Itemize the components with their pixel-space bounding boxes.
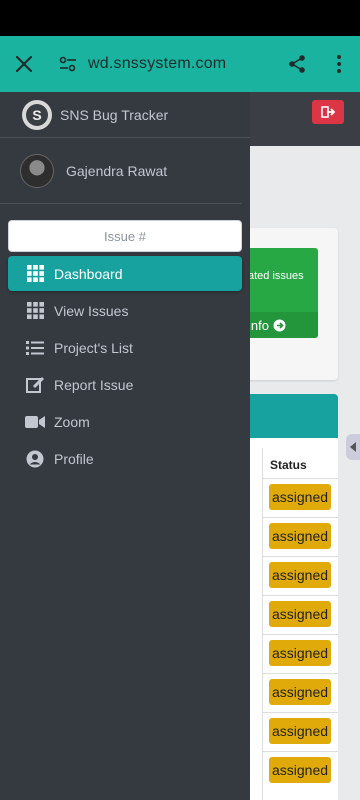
sidebar-item-dashboard[interactable]: Dashboard	[8, 256, 242, 291]
table-row-divider	[262, 634, 338, 635]
status-badge: assigned	[269, 679, 331, 705]
edit-icon	[24, 375, 46, 395]
table-row-divider	[262, 751, 338, 752]
caret-left-icon[interactable]	[346, 434, 360, 460]
url-text[interactable]: wd.snssystem.com	[88, 55, 276, 73]
user-name: Gajendra Rawat	[66, 162, 168, 179]
table-row-divider	[262, 595, 338, 596]
status-bar	[0, 0, 360, 36]
brand-logo-letter: S	[26, 103, 48, 126]
issue-search-input[interactable]: Issue #	[8, 220, 242, 252]
grid-icon	[24, 264, 46, 284]
site-settings-icon[interactable]	[48, 36, 88, 92]
sidebar-item-label: Dashboard	[54, 265, 123, 282]
sidebar-item-profile[interactable]: Profile	[8, 441, 242, 476]
close-icon[interactable]	[0, 36, 48, 92]
status-badge: assigned	[269, 640, 331, 666]
more-info-label: info	[248, 317, 269, 333]
sidebar-nav: Dashboard View Issues Project's List Report…	[0, 256, 250, 476]
table-row-divider	[262, 673, 338, 674]
user-panel[interactable]: Gajendra Rawat	[0, 138, 242, 204]
table-row-divider	[262, 478, 338, 479]
status-badge: assigned	[269, 484, 331, 510]
status-badge: assigned	[269, 523, 331, 549]
sidebar-item-view-issues[interactable]: View Issues	[8, 293, 242, 328]
table-row-divider	[262, 556, 338, 557]
sidebar-item-label: Project's List	[54, 339, 133, 356]
info-box-text: ated issues	[248, 270, 304, 282]
sidebar-item-project-s-list[interactable]: Project's List	[8, 330, 242, 365]
status-badge: assigned	[269, 562, 331, 588]
sidebar-item-label: Profile	[54, 450, 94, 467]
sidebar-item-report-issue[interactable]: Report Issue	[8, 367, 242, 402]
grid-icon	[24, 301, 46, 321]
table-column-divider	[262, 448, 263, 800]
user-circle-icon	[24, 449, 46, 469]
status-badge: assigned	[269, 718, 331, 744]
video-icon	[24, 412, 46, 432]
avatar	[20, 153, 54, 188]
sidebar-item-label: Zoom	[54, 413, 90, 430]
table-row-divider	[262, 517, 338, 518]
status-badge: assigned	[269, 601, 331, 627]
brand-link[interactable]: S SNS Bug Tracker	[0, 92, 250, 138]
sidebar-item-zoom[interactable]: Zoom	[8, 404, 242, 439]
sidebar-item-label: Report Issue	[54, 376, 134, 393]
status-column-header: Status	[270, 458, 307, 472]
sign-out-icon	[321, 106, 335, 118]
arrow-circle-right-icon	[273, 319, 286, 331]
brand-name: SNS Bug Tracker	[60, 106, 169, 123]
browser-toolbar: wd.snssystem.com	[0, 36, 360, 92]
sidebar: S SNS Bug Tracker Gajendra Rawat Issue #…	[0, 92, 250, 800]
sidebar-item-label: View Issues	[54, 302, 129, 319]
table-row-divider	[262, 712, 338, 713]
list-icon	[24, 338, 46, 358]
share-icon[interactable]	[276, 36, 318, 92]
logout-button[interactable]	[312, 100, 344, 124]
more-options-icon[interactable]	[318, 36, 360, 92]
brand-logo: S	[22, 99, 52, 130]
status-badge: assigned	[269, 757, 331, 783]
